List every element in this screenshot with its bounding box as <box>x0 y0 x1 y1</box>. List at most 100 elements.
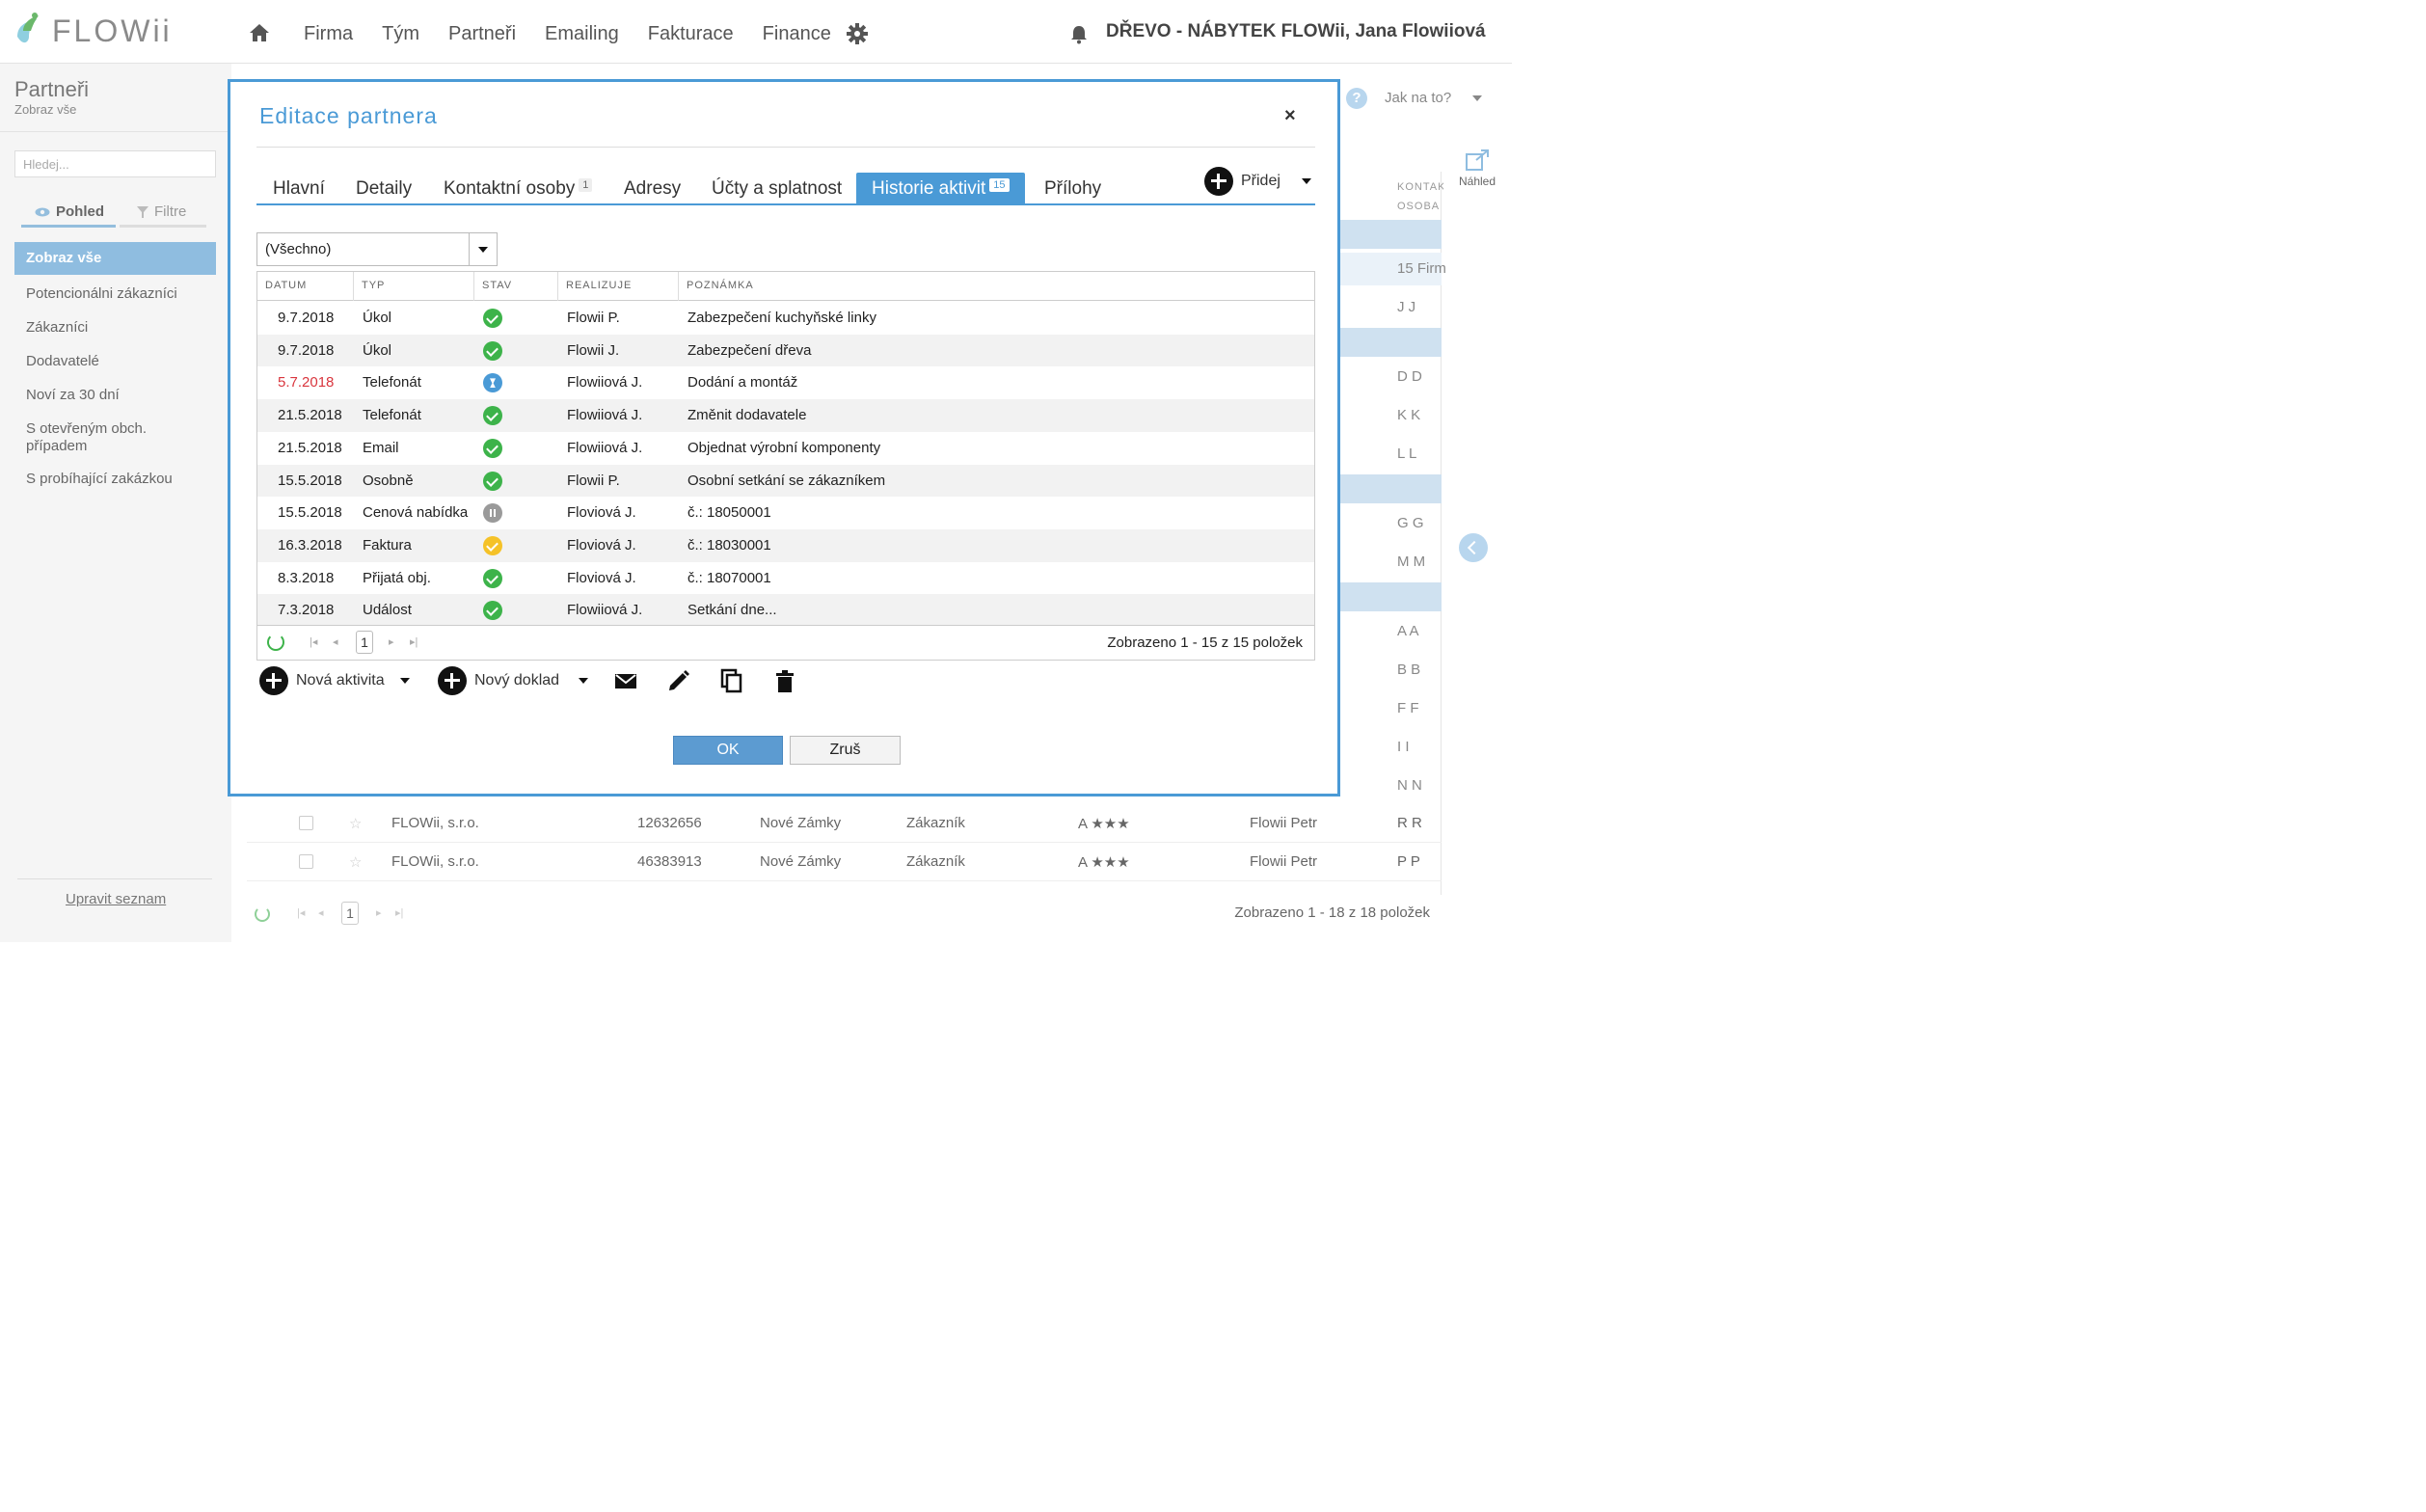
new-document-button[interactable]: Nový doklad <box>438 666 589 695</box>
mail-icon[interactable] <box>613 668 638 693</box>
sidebar-item-ongoing-order[interactable]: S probíhající zakázkou <box>26 471 209 488</box>
sidebar-item-customers[interactable]: Zákazníci <box>26 319 209 337</box>
partner-city: Nové Zámky <box>760 815 842 831</box>
group-row <box>1340 220 1442 249</box>
pager-last-icon[interactable]: ▸| <box>395 906 403 919</box>
count-badge: 15 <box>989 178 1010 192</box>
activity-filter-select[interactable]: (Všechno) <box>256 232 498 266</box>
refresh-icon[interactable] <box>255 906 270 922</box>
tab-activity-history[interactable]: Historie aktivit 15 <box>856 173 1025 205</box>
tab-filter[interactable]: Filtre <box>120 199 206 228</box>
table-row[interactable]: 5.7.2018 Telefonát Flowiiová J. Dodání a mo… <box>257 366 1314 399</box>
dropdown-button[interactable] <box>469 233 497 265</box>
tab-label: Historie aktivit <box>872 178 986 199</box>
star-icon[interactable]: ☆ <box>349 853 362 871</box>
table-row[interactable]: 8.3.2018 Přijatá obj. Floviová J. č.: 18070… <box>257 562 1314 595</box>
pager-first-icon[interactable]: |◂ <box>297 906 305 919</box>
table-row[interactable]: 15.5.2018 Cenová nabídka Floviová J. č.: 18… <box>257 497 1314 529</box>
chevron-down-icon[interactable] <box>1472 95 1482 101</box>
edit-icon[interactable] <box>666 668 691 693</box>
table-row[interactable]: 7.3.2018 Událost Flowiiová J. Setkání dne..… <box>257 594 1314 627</box>
edit-list-link[interactable]: Upravit seznam <box>66 891 166 907</box>
sidebar-item-open-case[interactable]: S otevřeným obch. případem <box>26 420 171 455</box>
pager-last-icon[interactable]: ▸| <box>410 635 418 648</box>
tab-contacts[interactable]: Kontaktní osoby 1 <box>444 173 593 205</box>
pager-prev-icon[interactable]: ◂ <box>333 635 338 648</box>
nav-partneri[interactable]: Partneři <box>448 21 516 46</box>
pager-next-icon[interactable]: ▸ <box>389 635 394 648</box>
contact-initials: N N <box>1397 777 1422 794</box>
row-checkbox[interactable] <box>299 854 313 869</box>
pager-next-icon[interactable]: ▸ <box>376 906 382 919</box>
cell-assignee: Flowiiová J. <box>567 407 643 424</box>
nav-fakturace[interactable]: Fakturace <box>648 21 734 46</box>
refresh-icon[interactable] <box>267 634 284 651</box>
table-row[interactable]: 9.7.2018 Úkol Flowii P. Zabezpečení kuchyňs… <box>257 302 1314 335</box>
cancel-button[interactable]: Zruš <box>790 736 901 765</box>
table-row[interactable]: ☆ FLOWii, s.r.o. 46383913 Nové Zámky Zák… <box>247 843 1442 881</box>
help-icon[interactable]: ? <box>1346 88 1367 109</box>
pager-prev-icon[interactable]: ◂ <box>318 906 324 919</box>
nav-firma[interactable]: Firma <box>304 21 353 46</box>
column-header-note[interactable]: POZNÁMKA <box>679 272 1314 301</box>
delete-icon[interactable] <box>772 668 797 693</box>
table-row[interactable]: 21.5.2018 Telefonát Flowiiová J. Změnit dod… <box>257 399 1314 432</box>
logo-text: FLOWii <box>52 13 173 48</box>
gear-icon[interactable] <box>847 23 868 44</box>
row-checkbox[interactable] <box>299 816 313 830</box>
cell-assignee: Floviová J. <box>567 536 636 554</box>
column-header-type[interactable]: TYP <box>354 272 474 301</box>
chevron-down-icon[interactable] <box>1301 178 1311 184</box>
sidebar-item-potential[interactable]: Potencionálni zákazníci <box>26 285 209 303</box>
collapse-panel-button[interactable] <box>1459 533 1488 562</box>
cell-assignee: Floviová J. <box>567 504 636 522</box>
tab-accounts[interactable]: Účty a splatnost <box>712 173 842 205</box>
column-header-date[interactable]: DATUM <box>257 272 354 301</box>
star-icon[interactable]: ☆ <box>349 815 362 832</box>
close-icon[interactable]: × <box>1284 105 1296 127</box>
sidebar-tabs: Pohled Filtre <box>21 199 206 228</box>
cell-type: Telefonát <box>363 407 421 424</box>
tab-view-label: Pohled <box>56 203 105 220</box>
tab-main[interactable]: Hlavní <box>273 173 325 205</box>
pager-page[interactable]: 1 <box>341 902 359 925</box>
cell-note: Dodání a montáž <box>687 374 798 392</box>
tab-view[interactable]: Pohled <box>21 199 116 228</box>
table-row[interactable]: 15.5.2018 Osobně Flowii P. Osobní setkání s… <box>257 464 1314 498</box>
preview-button[interactable]: Náhled <box>1458 148 1496 188</box>
company-user[interactable]: DŘEVO - NÁBYTEK FLOWii, Jana Flowiiová <box>1106 21 1486 42</box>
contact-initials: I I <box>1397 739 1410 755</box>
column-header-assignee[interactable]: REALIZUJE <box>558 272 679 301</box>
logo[interactable]: FLOWii <box>13 10 173 52</box>
new-activity-button[interactable]: Nová aktivita <box>259 666 410 695</box>
sidebar-item-new-30[interactable]: Noví za 30 dní <box>26 387 209 404</box>
help-link[interactable]: Jak na to? <box>1385 90 1451 106</box>
ok-button[interactable]: OK <box>673 736 783 765</box>
add-button[interactable]: Přidej <box>1204 167 1311 196</box>
copy-icon[interactable] <box>719 668 744 693</box>
chevron-down-icon[interactable] <box>399 678 410 684</box>
pager-first-icon[interactable]: |◂ <box>310 635 317 648</box>
tab-addresses[interactable]: Adresy <box>624 173 681 205</box>
nav-emailing[interactable]: Emailing <box>545 21 619 46</box>
contact-initials: B B <box>1397 662 1421 678</box>
sidebar-item-suppliers[interactable]: Dodavatelé <box>26 353 209 370</box>
search-input[interactable]: Hledej... <box>14 150 216 177</box>
table-row[interactable]: 21.5.2018 Email Flowiiová J. Objednat výrob… <box>257 432 1314 465</box>
tab-attachments[interactable]: Přílohy <box>1044 173 1101 205</box>
table-row[interactable]: 16.3.2018 Faktura Floviová J. č.: 18030001 <box>257 528 1314 562</box>
sidebar-item-all[interactable]: Zobraz vše <box>14 242 216 275</box>
bell-icon[interactable] <box>1070 25 1088 44</box>
home-icon[interactable] <box>249 23 270 42</box>
table-row[interactable]: ☆ FLOWii, s.r.o. 12632656 Nové Zámky Zák… <box>247 804 1442 843</box>
chevron-down-icon[interactable] <box>579 678 589 684</box>
pager-page[interactable]: 1 <box>356 631 373 654</box>
nav-tym[interactable]: Tým <box>382 21 419 46</box>
nav-finance[interactable]: Finance <box>763 21 831 46</box>
tab-details[interactable]: Detaily <box>356 173 412 205</box>
table-row[interactable]: 9.7.2018 Úkol Flowii J. Zabezpečení dřeva <box>257 334 1314 367</box>
cell-note: Zabezpečení kuchyňské linky <box>687 310 876 326</box>
status-done-icon <box>483 340 502 361</box>
contact-initials: L L <box>1397 446 1417 462</box>
column-header-status[interactable]: STAV <box>474 272 558 301</box>
